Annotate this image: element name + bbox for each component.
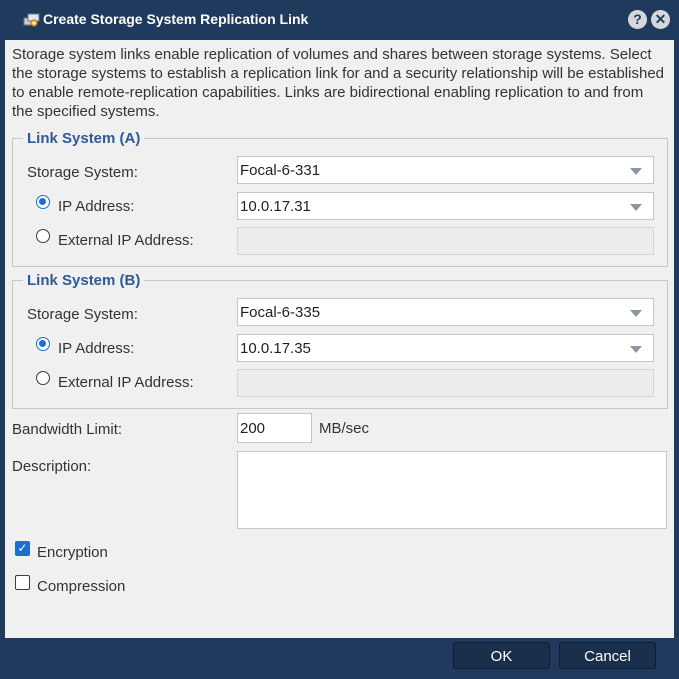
compression-checkbox[interactable] — [15, 575, 30, 590]
cancel-button[interactable]: Cancel — [559, 642, 656, 669]
bandwidth-input[interactable]: 200 — [237, 413, 312, 443]
ok-button[interactable]: OK — [453, 642, 550, 669]
link-a-ip-value: 10.0.17.31 — [240, 198, 311, 215]
link-a-external-field — [237, 227, 654, 255]
link-b-external-field — [237, 369, 654, 397]
close-icon[interactable]: ✕ — [651, 10, 670, 29]
link-b-storage-label: Storage System: — [27, 306, 138, 323]
link-system-b-legend: Link System (B) — [27, 272, 141, 289]
link-b-ip-value: 10.0.17.35 — [240, 340, 311, 357]
encryption-checkbox[interactable]: ✓ — [15, 541, 30, 556]
link-b-ip-label: IP Address: — [58, 340, 135, 357]
link-b-ip-select[interactable]: 10.0.17.35 — [237, 334, 654, 362]
help-icon[interactable]: ? — [628, 10, 647, 29]
replication-link-dialog: Create Storage System Replication Link ?… — [0, 0, 679, 679]
link-a-storage-label: Storage System: — [27, 164, 138, 181]
description-textarea[interactable] — [237, 451, 667, 529]
encryption-label: Encryption — [37, 544, 108, 561]
link-a-external-radio[interactable] — [36, 229, 50, 243]
link-b-storage-value: Focal-6-335 — [240, 304, 321, 321]
link-a-ip-select[interactable]: 10.0.17.31 — [237, 192, 654, 220]
link-a-ip-label: IP Address: — [58, 198, 135, 215]
link-b-ip-radio[interactable] — [36, 337, 50, 351]
link-a-storage-select[interactable]: Focal-6-331 — [237, 156, 654, 184]
storage-link-icon — [23, 13, 40, 27]
bandwidth-unit: MB/sec — [319, 420, 370, 437]
link-a-storage-value: Focal-6-331 — [240, 162, 321, 179]
compression-label: Compression — [37, 578, 126, 595]
link-system-a-legend: Link System (A) — [27, 130, 141, 147]
chevron-down-icon[interactable] — [630, 204, 642, 211]
chevron-down-icon[interactable] — [630, 346, 642, 353]
link-b-external-label: External IP Address: — [58, 374, 194, 391]
intro-text: Storage system links enable replication … — [12, 46, 665, 120]
chevron-down-icon[interactable] — [630, 310, 642, 317]
link-a-ip-radio[interactable] — [36, 195, 50, 209]
dialog-title: Create Storage System Replication Link — [43, 11, 309, 27]
description-label: Description: — [12, 458, 92, 475]
dialog-titlebar[interactable]: Create Storage System Replication Link ?… — [0, 0, 679, 40]
link-b-storage-select[interactable]: Focal-6-335 — [237, 298, 654, 326]
bandwidth-value: 200 — [240, 420, 266, 437]
chevron-down-icon[interactable] — [630, 168, 642, 175]
link-a-external-label: External IP Address: — [58, 232, 194, 249]
bandwidth-label: Bandwidth Limit: — [12, 421, 123, 438]
link-b-external-radio[interactable] — [36, 371, 50, 385]
